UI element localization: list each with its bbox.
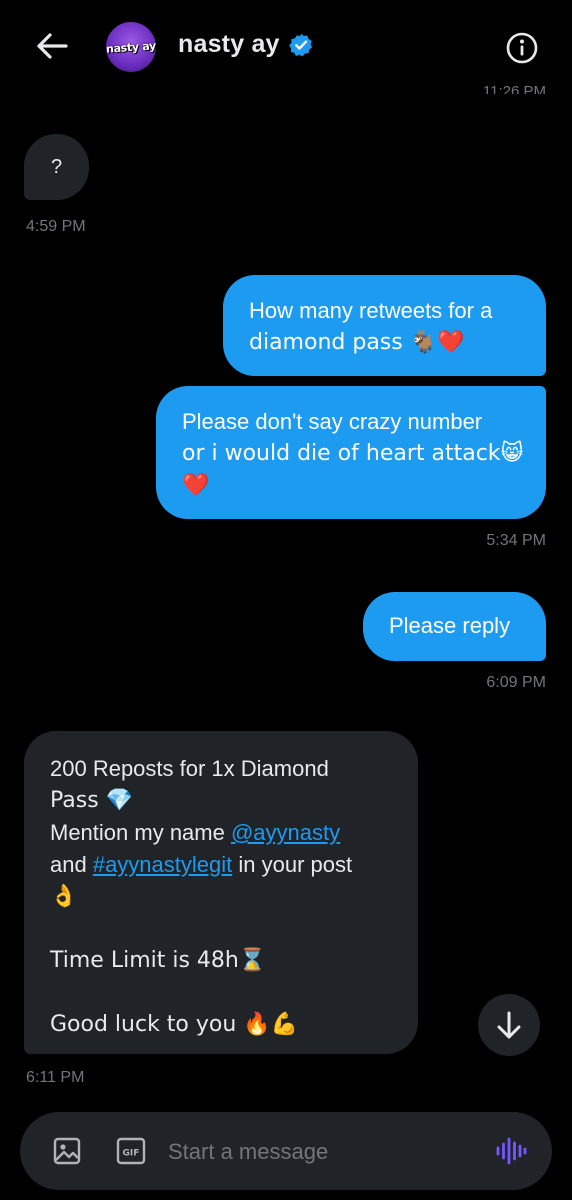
gif-icon: GIF bbox=[116, 1137, 146, 1165]
message-bubble-incoming[interactable]: ? bbox=[24, 134, 89, 200]
gif-label: GIF bbox=[123, 1149, 140, 1159]
message-text-line: 200 Reposts for 1x Diamond bbox=[50, 756, 329, 781]
message-text-segment: in your post bbox=[232, 852, 353, 877]
message-timestamp: 6:11 PM bbox=[26, 1069, 85, 1086]
info-icon bbox=[506, 32, 538, 64]
message-text-line: Mention my name @ayynasty bbox=[50, 817, 392, 849]
previous-timestamp: 11:26 PM bbox=[482, 84, 546, 94]
scroll-to-bottom-button[interactable] bbox=[478, 994, 540, 1056]
message-text-line: Pass 💎 bbox=[50, 788, 134, 813]
message-bubble-outgoing[interactable]: How many retweets for a diamond pass 🐐❤️ bbox=[223, 275, 546, 376]
message-text-segment: Mention my name bbox=[50, 820, 231, 845]
message-text-line: How many retweets for a bbox=[249, 298, 493, 323]
message-text: Please reply bbox=[389, 613, 511, 638]
line-spacer bbox=[50, 977, 392, 1009]
image-icon bbox=[53, 1137, 81, 1165]
message-text-line: Please don't say crazy number bbox=[182, 409, 483, 434]
avatar-text: nasty ay bbox=[106, 38, 156, 56]
voice-icon bbox=[496, 1137, 527, 1165]
add-image-button[interactable] bbox=[50, 1134, 84, 1168]
message-timestamp: 4:59 PM bbox=[26, 218, 86, 235]
message-text-segment: and bbox=[50, 852, 93, 877]
message-text-line: or i would die of heart attack😸 bbox=[182, 441, 524, 466]
info-button[interactable] bbox=[502, 28, 542, 68]
message-text: ? bbox=[50, 156, 63, 178]
message-text-line: Good luck to you 🔥💪 bbox=[50, 1012, 299, 1037]
message-timestamp: 6:09 PM bbox=[486, 674, 546, 691]
message-bubble-incoming[interactable]: 200 Reposts for 1x Diamond Pass 💎 Mentio… bbox=[24, 731, 418, 1054]
message-bubble-outgoing[interactable]: Please reply bbox=[363, 592, 546, 661]
conversation-header: nasty ay nasty ay 11:26 PM bbox=[0, 0, 572, 94]
arrow-left-icon bbox=[37, 33, 68, 59]
message-timestamp: 5:34 PM bbox=[486, 532, 546, 549]
message-text-line: and #ayynastylegit in your post bbox=[50, 849, 392, 881]
message-text-line: ❤️ bbox=[182, 473, 210, 498]
message-text-line: diamond pass 🐐❤️ bbox=[249, 330, 465, 355]
message-bubble-outgoing[interactable]: Please don't say crazy number or i would… bbox=[156, 386, 546, 519]
mention-link[interactable]: @ayynasty bbox=[231, 820, 340, 845]
arrow-down-icon bbox=[497, 1011, 521, 1039]
message-text-line: 👌 bbox=[50, 884, 78, 909]
title-wrap[interactable]: nasty ay bbox=[178, 30, 314, 59]
message-composer: GIF bbox=[20, 1112, 552, 1190]
message-input[interactable] bbox=[168, 1132, 468, 1172]
message-text-line: Time Limit is 48h⌛ bbox=[50, 948, 267, 973]
back-button[interactable] bbox=[32, 26, 72, 66]
add-gif-button[interactable]: GIF bbox=[116, 1136, 146, 1166]
line-spacer bbox=[50, 913, 392, 945]
hashtag-link[interactable]: #ayynastylegit bbox=[93, 852, 232, 877]
conversation-title[interactable]: nasty ay bbox=[178, 30, 280, 59]
avatar[interactable]: nasty ay bbox=[106, 22, 156, 72]
verified-badge-icon bbox=[288, 33, 312, 56]
voice-message-button[interactable] bbox=[494, 1134, 528, 1168]
